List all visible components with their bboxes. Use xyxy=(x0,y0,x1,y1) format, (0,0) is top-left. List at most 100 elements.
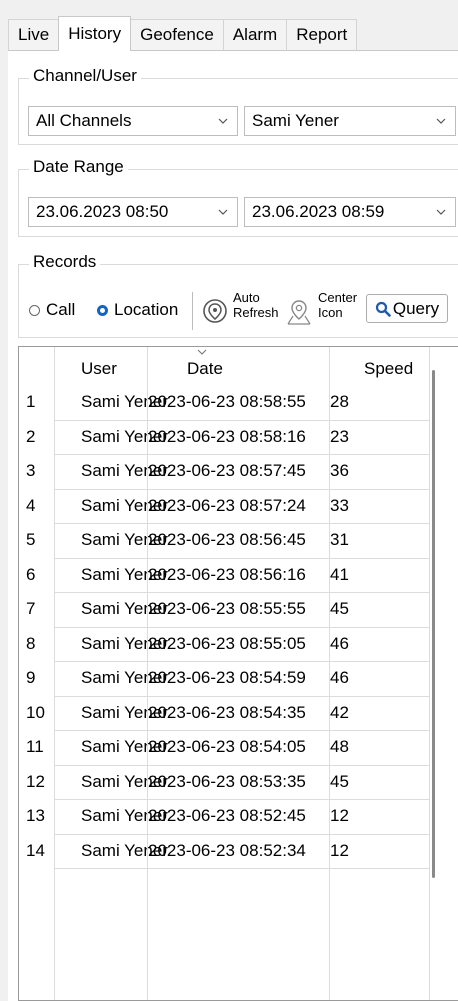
row-number: 3 xyxy=(26,461,36,480)
table-row[interactable]: 1 Sami Yener 2023-06-23 08:58:55 28 xyxy=(19,385,458,419)
row-number: 5 xyxy=(26,530,36,549)
row-date: 2023-06-23 08:56:16 xyxy=(148,564,306,584)
row-date: 2023-06-23 08:54:35 xyxy=(148,702,306,722)
row-date: 2023-06-23 08:54:59 xyxy=(148,668,306,687)
tab-alarm[interactable]: Alarm xyxy=(222,19,288,50)
row-speed: 46 xyxy=(330,668,349,687)
table-row[interactable]: 8 Sami Yener 2023-06-23 08:55:05 46 xyxy=(19,627,458,661)
table-row[interactable]: 3 Sami Yener 2023-06-23 08:57:45 36 xyxy=(19,454,458,488)
query-button-label: Query xyxy=(392,298,440,318)
start-date-picker[interactable]: 23.06.2023 08:50 xyxy=(28,197,238,227)
call-radio[interactable]: Call xyxy=(29,300,75,320)
table-row[interactable]: 6 Sami Yener 2023-06-23 08:56:16 41 xyxy=(19,558,458,592)
auto-refresh-button[interactable]: Auto Refresh xyxy=(198,290,279,331)
center-icon-label-1: Center xyxy=(318,290,358,305)
row-number: 4 xyxy=(26,495,36,515)
user-select[interactable]: Sami Yener xyxy=(244,106,456,136)
column-header-date[interactable]: Date xyxy=(187,359,223,379)
row-number: 13 xyxy=(26,806,45,825)
auto-refresh-label-2: Refresh xyxy=(233,305,279,320)
row-speed: 23 xyxy=(330,426,349,446)
table-row[interactable]: 4 Sami Yener 2023-06-23 08:57:24 33 xyxy=(19,489,458,523)
row-speed: 12 xyxy=(330,806,349,825)
row-speed: 12 xyxy=(330,840,349,860)
row-speed: 31 xyxy=(330,530,349,549)
auto-refresh-label-1: Auto xyxy=(233,290,260,305)
row-date: 2023-06-23 08:55:55 xyxy=(148,599,306,618)
table-row[interactable]: 12 Sami Yener 2023-06-23 08:53:35 45 xyxy=(19,765,458,799)
table-row[interactable]: 10 Sami Yener 2023-06-23 08:54:35 42 xyxy=(19,696,458,730)
map-pin-icon xyxy=(287,300,311,325)
chevron-down-icon xyxy=(436,118,446,124)
call-radio-label: Call xyxy=(46,300,76,319)
table-row[interactable]: 11 Sami Yener 2023-06-23 08:54:05 48 xyxy=(19,730,458,764)
chevron-down-icon xyxy=(218,118,228,124)
table-row[interactable]: 2 Sami Yener 2023-06-23 08:58:16 23 xyxy=(19,420,458,454)
location-refresh-icon xyxy=(203,299,227,323)
tab-history[interactable]: History xyxy=(58,16,132,51)
search-icon xyxy=(375,301,391,317)
row-date: 2023-06-23 08:52:34 xyxy=(148,840,306,860)
row-speed: 45 xyxy=(330,599,349,618)
query-button[interactable]: Query xyxy=(366,294,448,323)
row-date: 2023-06-23 08:52:45 xyxy=(148,806,306,825)
column-header-speed[interactable]: Speed xyxy=(364,359,413,379)
start-date-value: 23.06.2023 08:50 xyxy=(36,202,169,221)
row-speed: 28 xyxy=(330,392,349,411)
table-row[interactable]: 9 Sami Yener 2023-06-23 08:54:59 46 xyxy=(19,661,458,695)
table-row[interactable]: 7 Sami Yener 2023-06-23 08:55:55 45 xyxy=(19,592,458,626)
column-divider xyxy=(54,347,55,1000)
channel-select-value: All Channels xyxy=(36,111,132,130)
row-date: 2023-06-23 08:58:16 xyxy=(148,426,306,446)
row-number: 2 xyxy=(26,426,36,446)
sort-indicator-icon xyxy=(197,349,207,355)
row-number: 14 xyxy=(26,840,45,860)
tab-geofence[interactable]: Geofence xyxy=(130,19,224,50)
row-speed: 41 xyxy=(330,564,349,584)
user-select-value: Sami Yener xyxy=(252,111,339,130)
row-speed: 48 xyxy=(330,737,349,756)
row-number: 7 xyxy=(26,599,36,618)
row-speed: 33 xyxy=(330,495,349,515)
row-date: 2023-06-23 08:57:45 xyxy=(148,461,306,480)
end-date-picker[interactable]: 23.06.2023 08:59 xyxy=(244,197,456,227)
column-divider xyxy=(429,347,430,1000)
row-date: 2023-06-23 08:58:55 xyxy=(148,392,306,411)
row-number: 10 xyxy=(26,702,45,722)
end-date-value: 23.06.2023 08:59 xyxy=(252,202,385,221)
chevron-down-icon xyxy=(436,209,446,215)
channel-select[interactable]: All Channels xyxy=(28,106,238,136)
records-title: Records xyxy=(29,252,101,272)
row-divider xyxy=(54,868,429,869)
location-radio-dot xyxy=(97,304,108,316)
table-row[interactable]: 13 Sami Yener 2023-06-23 08:52:45 12 xyxy=(19,799,458,833)
toolbar-separator xyxy=(192,292,193,330)
row-number: 9 xyxy=(26,668,36,687)
table-row[interactable]: 14 Sami Yener 2023-06-23 08:52:34 12 xyxy=(19,834,458,868)
row-speed: 42 xyxy=(330,702,349,722)
row-date: 2023-06-23 08:57:24 xyxy=(148,495,306,515)
row-number: 8 xyxy=(26,633,36,653)
row-number: 6 xyxy=(26,564,36,584)
row-number: 12 xyxy=(26,771,45,791)
tab-report[interactable]: Report xyxy=(286,19,358,50)
center-icon-label-2: Icon xyxy=(318,305,343,320)
table-header: User Date Speed xyxy=(19,347,458,384)
call-radio-dot xyxy=(29,304,40,316)
row-speed: 36 xyxy=(330,461,349,480)
row-date: 2023-06-23 08:53:35 xyxy=(148,771,306,791)
chevron-down-icon xyxy=(218,209,228,215)
records-table[interactable]: User Date Speed 1 Sami Yener 2023-06-23 08… xyxy=(18,346,458,1001)
row-date: 2023-06-23 08:55:05 xyxy=(148,633,306,653)
tab-live[interactable]: Live xyxy=(8,19,60,50)
table-scrollbar-thumb[interactable] xyxy=(432,370,435,878)
row-date: 2023-06-23 08:54:05 xyxy=(148,737,306,756)
row-number: 11 xyxy=(26,737,44,756)
column-divider xyxy=(329,347,330,1000)
date-range-title: Date Range xyxy=(29,157,128,177)
table-row[interactable]: 5 Sami Yener 2023-06-23 08:56:45 31 xyxy=(19,523,458,557)
location-radio[interactable]: Location xyxy=(97,300,178,320)
column-divider xyxy=(147,347,148,1000)
column-header-user[interactable]: User xyxy=(81,359,117,379)
center-icon-button[interactable]: Center Icon xyxy=(284,291,364,331)
